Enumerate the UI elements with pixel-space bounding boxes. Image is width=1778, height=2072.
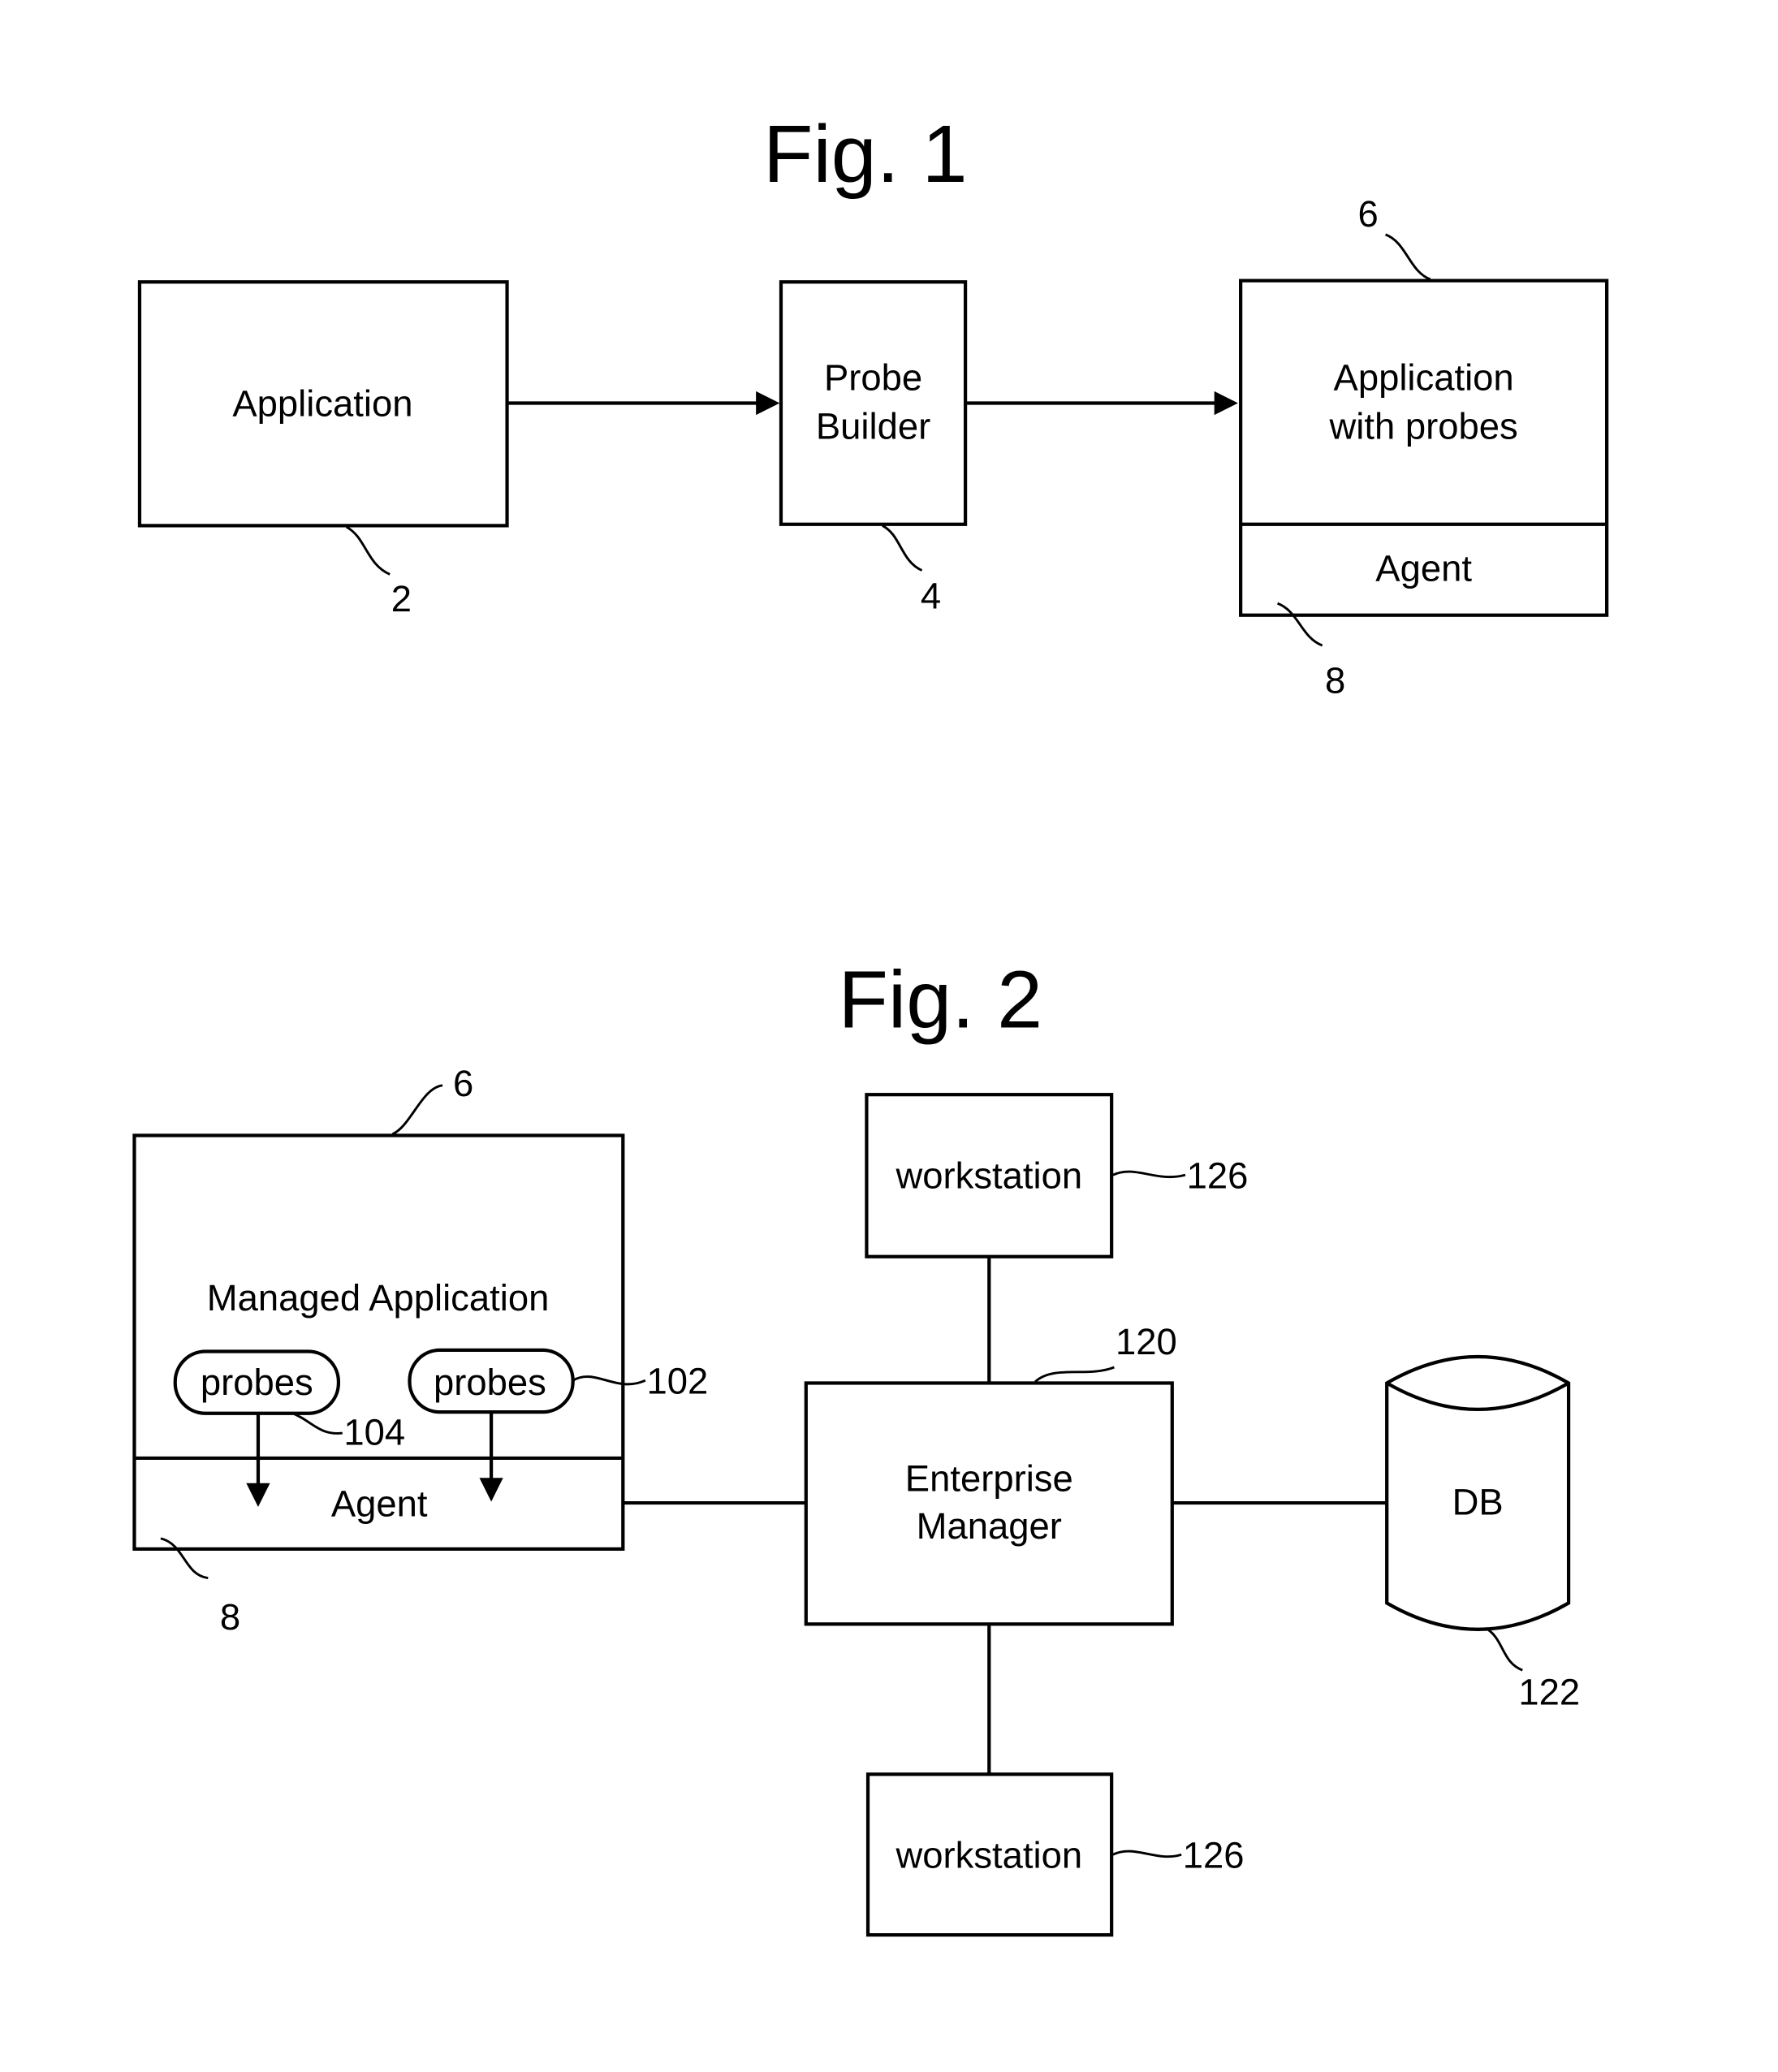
app-with-probes-line2: with probes <box>1329 405 1518 447</box>
patent-figures: Fig. 1 Application 2 Probe Builder 4 App… <box>132 109 1609 1937</box>
managed-app-label: Managed Application <box>207 1277 550 1319</box>
ref-number-104: 104 <box>343 1412 405 1453</box>
fig2-title: Fig. 2 <box>839 954 1043 1045</box>
enterprise-manager-box <box>804 1381 1174 1626</box>
ref-number-8: 8 <box>220 1596 240 1638</box>
fig2-enterprise-manager-block: Enterprise Manager 120 <box>804 1321 1177 1626</box>
ref-leader-2 <box>345 525 391 576</box>
ref-number-120: 120 <box>1116 1321 1177 1362</box>
probe-builder-line1: Probe <box>824 356 922 398</box>
fig1-probe-builder-block: Probe Builder 4 <box>779 280 968 617</box>
ref-number-2: 2 <box>391 578 412 619</box>
fig2-db-block: DB 122 <box>1385 1354 1580 1712</box>
ref-number-4: 4 <box>921 576 941 617</box>
fig2-workstation-bottom-block: workstation 126 <box>865 1772 1245 1937</box>
ref-number-122: 122 <box>1518 1671 1580 1712</box>
probes-right-label: probes <box>434 1362 546 1403</box>
ref-number-126-bottom: 126 <box>1183 1834 1245 1876</box>
ref-leader-122 <box>1485 1626 1523 1672</box>
application-label: Application <box>232 383 412 425</box>
workstation-top-label: workstation <box>895 1155 1082 1196</box>
ref-leader-120 <box>1034 1366 1115 1383</box>
em-line1: Enterprise <box>905 1457 1073 1499</box>
ref-number-6: 6 <box>1358 193 1379 235</box>
em-line2: Manager <box>917 1505 1062 1547</box>
fig1-app-with-probes-block: Application with probes Agent 6 8 <box>1239 193 1609 701</box>
workstation-bottom-label: workstation <box>895 1834 1082 1876</box>
arrowhead-icon <box>756 391 780 416</box>
arrowhead-icon <box>1214 391 1238 416</box>
db-label: DB <box>1452 1482 1504 1523</box>
probe-builder-line2: Builder <box>816 405 930 447</box>
probe-builder-box <box>779 280 968 526</box>
ref-number-102: 102 <box>647 1360 709 1401</box>
fig2-managed-app-block: Managed Application 6 probes 104 probes … <box>132 1063 709 1638</box>
fig1-title: Fig. 1 <box>763 109 968 200</box>
agent-label: Agent <box>1375 548 1472 589</box>
ref-number-6: 6 <box>453 1063 473 1104</box>
probes-left-label: probes <box>201 1362 313 1403</box>
fig2-workstation-top-block: workstation 126 <box>865 1093 1249 1258</box>
ref-leader-4 <box>882 524 923 572</box>
ref-leader-6 <box>391 1084 443 1136</box>
ref-number-8: 8 <box>1325 659 1345 701</box>
ref-number-126-top: 126 <box>1187 1155 1249 1196</box>
ref-leader-6 <box>1384 233 1431 281</box>
app-with-probes-line1: Application <box>1334 356 1514 398</box>
agent-label: Agent <box>331 1483 428 1524</box>
fig1-application-block: Application 2 <box>137 280 509 619</box>
ref-leader-126-bottom <box>1112 1850 1182 1858</box>
ref-leader-126-top <box>1112 1170 1186 1179</box>
